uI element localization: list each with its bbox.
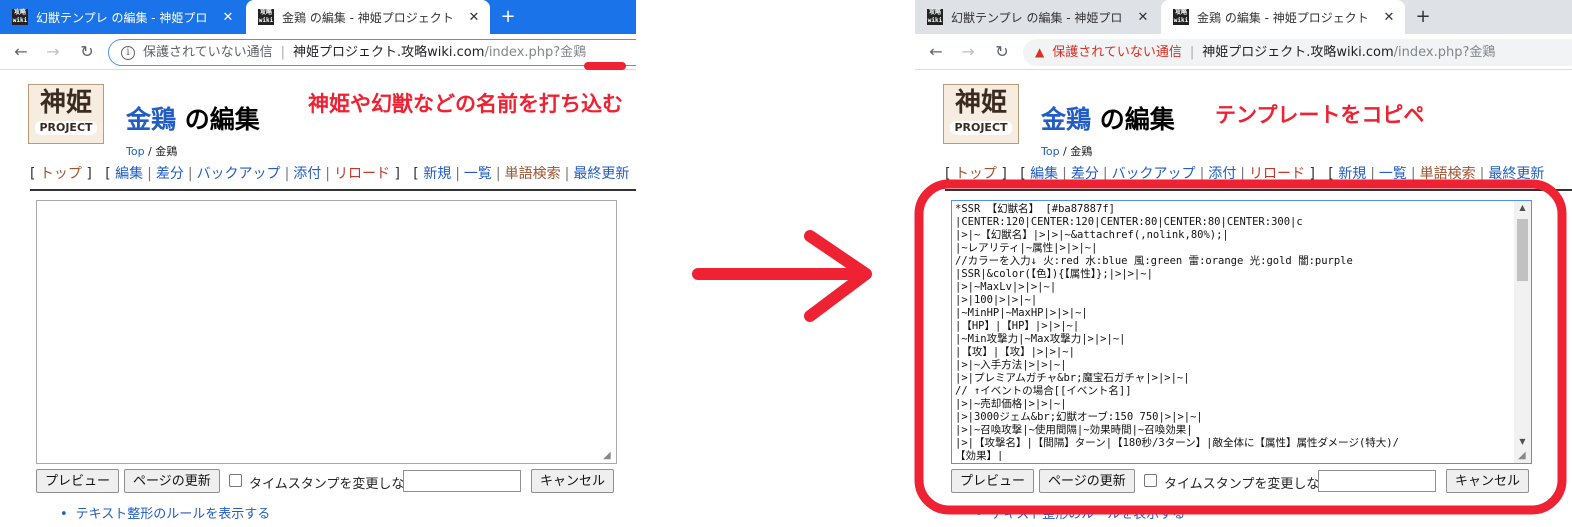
close-icon[interactable]: ✕: [466, 10, 482, 25]
forward-arrow-icon[interactable]: →: [42, 41, 64, 63]
menu-backup-link[interactable]: バックアップ: [197, 166, 281, 182]
url-host: 神姫プロジェクト.攻略wiki.com: [293, 45, 485, 60]
site-logo[interactable]: 神姫 PROJECT: [943, 84, 1019, 144]
address-bar[interactable]: ▲ 保護されていない通信 | 神姫プロジェクト.攻略wiki.com/index.ph…: [1023, 39, 1572, 66]
security-status: 保護されていない通信: [143, 45, 273, 60]
wiki-favicon-icon: 攻略 wiki: [258, 9, 274, 25]
new-tab-icon[interactable]: +: [1411, 5, 1435, 29]
edit-textarea[interactable]: ◢: [36, 200, 617, 464]
browser-toolbar: ← → ↻ ▲ 保護されていない通信 | 神姫プロジェクト.攻略wiki.com/in…: [915, 34, 1572, 70]
back-arrow-icon[interactable]: ←: [10, 41, 32, 63]
divider: [30, 189, 636, 191]
tab-template-edit[interactable]: 攻略 wiki 幻獣テンプレ の編集 - 神姫プロ ✕: [915, 0, 1159, 34]
reload-icon[interactable]: ↻: [991, 41, 1013, 63]
menu-top-link[interactable]: トップ: [40, 166, 82, 182]
cancel-button[interactable]: キャンセル: [531, 469, 615, 493]
wiki-favicon-icon: 攻略 wiki: [1173, 9, 1189, 25]
menu-reload-link[interactable]: リロード: [334, 166, 390, 182]
breadcrumb-top-link[interactable]: Top: [1041, 145, 1060, 158]
menu-edit-link[interactable]: 編集: [115, 166, 143, 182]
no-timestamp-label: タイムスタンプを変更しない: [249, 477, 418, 492]
tab-strip: 攻略 wiki 幻獣テンプレ の編集 - 神姫プロ ✕ 攻略 wiki 金鶏 の編集…: [0, 0, 636, 34]
screenshot-root: 攻略 wiki 幻獣テンプレ の編集 - 神姫プロ ✕ 攻略 wiki 金鶏 の編集…: [0, 0, 1572, 527]
transition-arrow: [692, 230, 872, 322]
text-rules-link[interactable]: テキスト整形のルールを表示する: [60, 503, 271, 522]
tab-title: 幻獣テンプレ の編集 - 神姫プロ: [36, 10, 208, 25]
preview-button[interactable]: プレビュー: [36, 469, 120, 493]
reload-icon[interactable]: ↻: [76, 41, 98, 63]
address-bar[interactable]: i 保護されていない通信 | 神姫プロジェクト.攻略wiki.com/index.ph…: [108, 39, 636, 66]
security-status: 保護されていない通信: [1052, 45, 1182, 60]
site-logo[interactable]: 神姫 PROJECT: [28, 84, 104, 144]
wiki-favicon-icon: 攻略 wiki: [927, 9, 943, 25]
menu-recent-link[interactable]: 最終更新: [573, 166, 629, 182]
info-icon[interactable]: i: [121, 45, 135, 60]
url-host: 神姫プロジェクト.攻略wiki.com: [1202, 45, 1394, 60]
resize-grip-icon[interactable]: ◢: [603, 450, 615, 462]
wiki-menu-bar: [ トップ ] [ 編集 | 差分 | バックアップ | 添付 | リロード ] [ 新規 | 一覧…: [30, 166, 630, 182]
warning-icon[interactable]: ▲: [1035, 39, 1044, 66]
menu-word-search-link[interactable]: 単語検索: [505, 166, 561, 182]
page-title: 金鶏 の編集: [126, 105, 260, 134]
tab-title: 金鶏 の編集 - 神姫プロジェクト: [1197, 10, 1369, 25]
breadcrumb-top-link[interactable]: Top: [126, 145, 145, 158]
forward-arrow-icon[interactable]: →: [957, 41, 979, 63]
tab-kinkei-edit[interactable]: 攻略 wiki 金鶏 の編集 - 神姫プロジェクト ✕: [246, 0, 490, 34]
page-name-link[interactable]: 金鶏: [126, 105, 176, 134]
url-path: /index.php?金鶏: [1393, 45, 1496, 60]
menu-attach-link[interactable]: 添付: [293, 166, 321, 182]
tab-template-edit[interactable]: 攻略 wiki 幻獣テンプレ の編集 - 神姫プロ ✕: [0, 0, 244, 34]
menu-diff-link[interactable]: 差分: [156, 166, 184, 182]
breadcrumb: Top / 金鶏: [126, 145, 178, 158]
tab-title: 金鶏 の編集 - 神姫プロジェクト: [282, 10, 454, 25]
tab-strip: 攻略 wiki 幻獣テンプレ の編集 - 神姫プロ ✕ 攻略 wiki 金鶏 の編集…: [915, 0, 1572, 34]
annotation-text: 神姫や幻獣などの名前を打ち込む: [308, 92, 623, 116]
left-browser-window: 攻略 wiki 幻獣テンプレ の編集 - 神姫プロ ✕ 攻略 wiki 金鶏 の編集…: [0, 0, 636, 527]
tab-title: 幻獣テンプレ の編集 - 神姫プロ: [951, 10, 1123, 25]
page-title: 金鶏 の編集: [1041, 105, 1175, 134]
wiki-favicon-icon: 攻略 wiki: [12, 9, 28, 25]
url-path: /index.php?金鶏: [484, 45, 587, 60]
close-icon[interactable]: ✕: [1381, 10, 1397, 25]
back-arrow-icon[interactable]: ←: [925, 41, 947, 63]
page-name-link[interactable]: 金鶏: [1041, 105, 1091, 134]
url-highlight-underline: [584, 62, 626, 70]
tab-kinkei-edit[interactable]: 攻略 wiki 金鶏 の編集 - 神姫プロジェクト ✕: [1161, 0, 1405, 34]
annotation-text: テンプレートをコピペ: [1215, 103, 1425, 127]
breadcrumb: Top / 金鶏: [1041, 145, 1093, 158]
update-page-button[interactable]: ページの更新: [124, 469, 220, 493]
close-icon[interactable]: ✕: [220, 10, 236, 25]
browser-toolbar: ← → ↻ i 保護されていない通信 | 神姫プロジェクト.攻略wiki.com/in…: [0, 34, 636, 70]
summary-input[interactable]: [403, 470, 521, 492]
menu-list-link[interactable]: 一覧: [464, 166, 492, 182]
no-timestamp-checkbox[interactable]: [229, 474, 242, 487]
new-tab-icon[interactable]: +: [496, 5, 520, 29]
editor-highlight-outline: [914, 179, 1567, 515]
close-icon[interactable]: ✕: [1135, 10, 1151, 25]
menu-new-link[interactable]: 新規: [423, 166, 451, 182]
